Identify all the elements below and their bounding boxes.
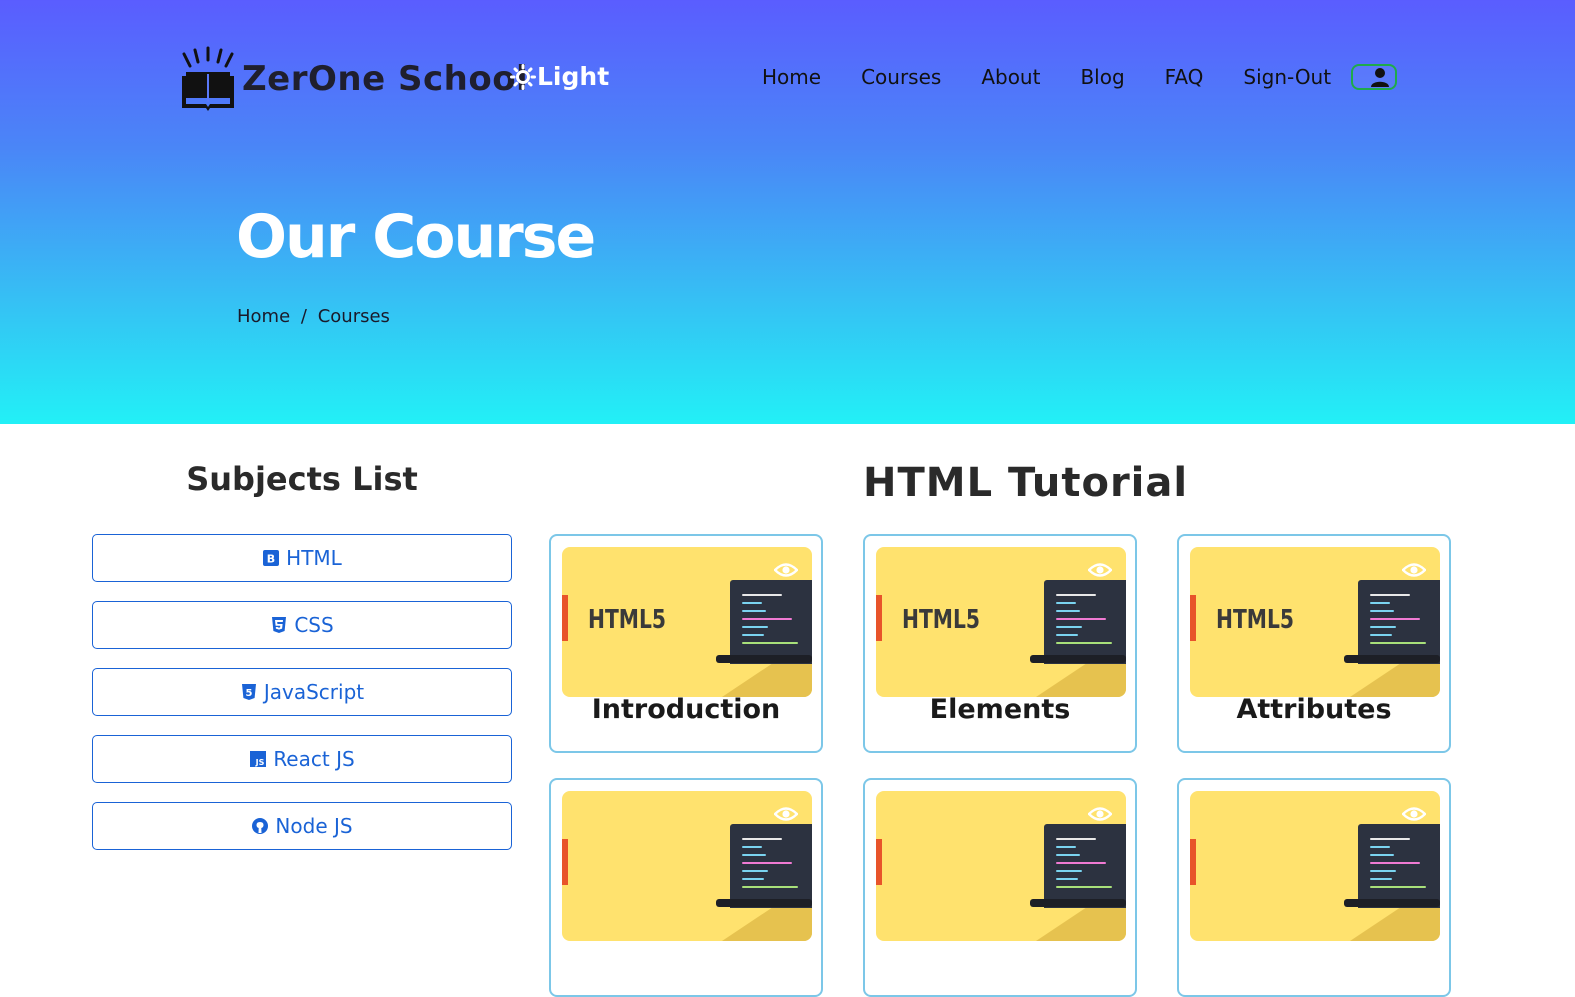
subjects-list: B HTML CSS 5 JavaScript JS React JS Node… [92, 534, 512, 869]
thumbnail-accent-bar [876, 839, 882, 885]
page-title: Our Course [236, 202, 596, 272]
laptop-illustration [730, 580, 812, 664]
github-icon [252, 818, 269, 834]
thumbnail-accent-bar [562, 595, 568, 641]
lesson-thumbnail [1190, 791, 1440, 941]
subject-css-button[interactable]: CSS [92, 601, 512, 649]
thumbnail-label: HTML5 [588, 605, 667, 635]
theme-toggle[interactable]: Light [510, 62, 609, 91]
main-nav: Home Courses About Blog FAQ Sign-Out [762, 64, 1398, 90]
nav-faq[interactable]: FAQ [1165, 65, 1204, 89]
user-profile-toggle[interactable] [1351, 64, 1398, 90]
eye-icon [1088, 563, 1112, 577]
thumbnail-accent-bar [562, 839, 568, 885]
lesson-thumbnail: HTML5 [562, 547, 812, 697]
thumbnail-accent-bar [876, 595, 882, 641]
sun-icon [510, 63, 536, 90]
bootstrap-icon: B [263, 550, 280, 566]
nav-about[interactable]: About [981, 65, 1040, 89]
svg-text:5: 5 [245, 688, 252, 699]
svg-text:JS: JS [255, 758, 265, 767]
lesson-thumbnail [562, 791, 812, 941]
subject-html-button[interactable]: B HTML [92, 534, 512, 582]
thumbnail-label: HTML5 [902, 605, 981, 635]
eye-icon [1402, 563, 1426, 577]
nav-blog[interactable]: Blog [1080, 65, 1124, 89]
laptop-base [1030, 899, 1126, 907]
subject-label: CSS [294, 613, 334, 637]
lesson-thumbnail [876, 791, 1126, 941]
eye-icon [1088, 807, 1112, 821]
laptop-illustration [1358, 580, 1440, 664]
eye-icon [774, 807, 798, 821]
nav-sign-out[interactable]: Sign-Out [1243, 65, 1331, 89]
theme-label: Light [537, 62, 610, 91]
lesson-thumbnail: HTML5 [876, 547, 1126, 697]
nav-home[interactable]: Home [762, 65, 821, 89]
subject-label: React JS [273, 747, 355, 771]
user-icon [1371, 68, 1390, 87]
subjects-list-title: Subjects List [186, 460, 418, 498]
lesson-card[interactable] [1177, 778, 1451, 997]
lesson-title: Introduction [591, 694, 781, 725]
lesson-card[interactable] [863, 778, 1137, 997]
lesson-thumbnail: HTML5 [1190, 547, 1440, 697]
svg-text:B: B [267, 553, 275, 566]
laptop-illustration [1044, 824, 1126, 908]
lesson-card[interactable] [549, 778, 823, 997]
subject-label: Node JS [275, 814, 353, 838]
lesson-card[interactable]: HTML5 Elements [863, 534, 1137, 753]
breadcrumb-home[interactable]: Home [237, 306, 290, 327]
hero-banner: ZerOne School Light Home Courses About B… [0, 0, 1575, 424]
js-icon: JS [250, 751, 267, 767]
html5-icon: 5 [241, 684, 256, 700]
nav-courses[interactable]: Courses [861, 65, 941, 89]
css3-icon [272, 617, 287, 633]
lesson-card[interactable]: HTML5 Introduction [549, 534, 823, 753]
tutorial-title: HTML Tutorial [863, 460, 1189, 506]
subject-label: HTML [286, 546, 342, 570]
laptop-base [716, 899, 812, 907]
laptop-base [1344, 655, 1440, 663]
breadcrumb-current: Courses [317, 306, 390, 327]
subject-javascript-button[interactable]: 5 JavaScript [92, 668, 512, 716]
laptop-base [716, 655, 812, 663]
subject-react-button[interactable]: JS React JS [92, 735, 512, 783]
laptop-illustration [730, 824, 812, 908]
lesson-title: Attributes [1236, 694, 1392, 725]
laptop-base [1030, 655, 1126, 663]
laptop-illustration [1358, 824, 1440, 908]
breadcrumb-separator: / [300, 306, 307, 327]
logo-text: ZerOne School [242, 59, 529, 99]
thumbnail-accent-bar [1190, 595, 1196, 641]
eye-icon [774, 563, 798, 577]
site-logo[interactable]: ZerOne School [178, 46, 528, 112]
lesson-card[interactable]: HTML5 Attributes [1177, 534, 1451, 753]
subject-node-button[interactable]: Node JS [92, 802, 512, 850]
laptop-base [1344, 899, 1440, 907]
laptop-illustration [1044, 580, 1126, 664]
breadcrumb: Home / Courses [237, 306, 395, 327]
thumbnail-label: HTML5 [1216, 605, 1295, 635]
lesson-title: Elements [929, 694, 1071, 725]
book-icon [182, 46, 234, 111]
eye-icon [1402, 807, 1426, 821]
thumbnail-accent-bar [1190, 839, 1196, 885]
subject-label: JavaScript [263, 680, 365, 704]
